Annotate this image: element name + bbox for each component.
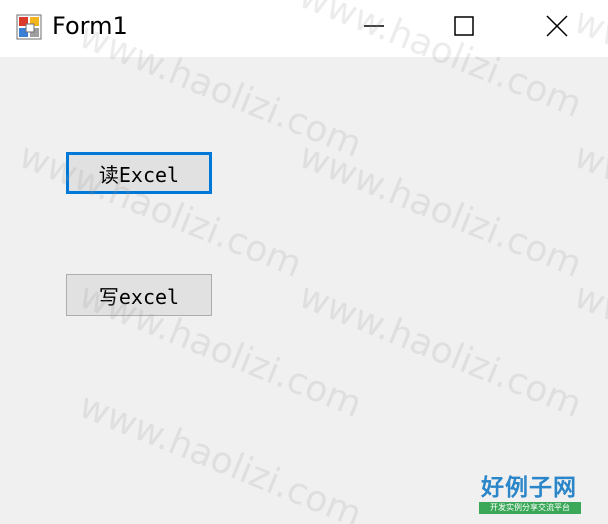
minimize-button[interactable] <box>328 0 420 52</box>
form-app-icon <box>16 14 42 40</box>
maximize-button[interactable] <box>418 0 510 52</box>
logo-main-text: 好例子网 <box>481 475 577 501</box>
read-excel-button[interactable]: 读Excel <box>66 152 212 194</box>
minimize-icon <box>364 25 384 27</box>
close-icon <box>546 15 568 37</box>
maximize-icon <box>454 16 474 36</box>
form1-window: Form1 读Excel 写excel www.haolizi.com www.… <box>0 0 608 524</box>
title-bar[interactable]: Form1 <box>0 0 608 57</box>
write-excel-button[interactable]: 写excel <box>66 274 212 316</box>
window-title: Form1 <box>52 12 128 40</box>
close-button[interactable] <box>511 0 603 52</box>
haolizi-logo: 好例子网 开发实例分享交流平台 <box>479 474 583 516</box>
logo-sub-text: 开发实例分享交流平台 <box>479 502 581 514</box>
